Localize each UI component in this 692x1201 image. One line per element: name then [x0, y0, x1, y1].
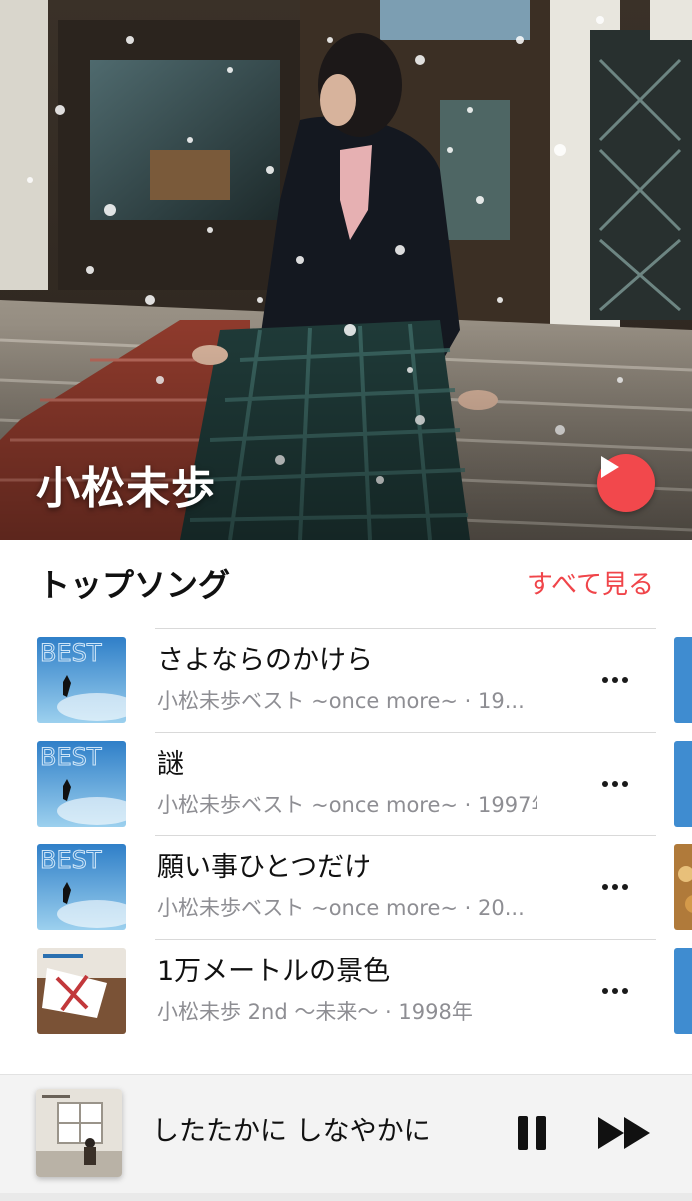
skip-forward-icon: [598, 1117, 650, 1149]
pause-button[interactable]: [510, 1111, 554, 1155]
see-all-link[interactable]: すべて見る: [527, 560, 654, 610]
song-row[interactable]: BEST さよならのかけら 小松未歩ベスト ~once more~ · 19..…: [0, 628, 692, 732]
play-icon: [601, 456, 619, 478]
pause-icon: [514, 1116, 550, 1150]
ellipsis-icon: [600, 987, 630, 994]
now-playing-title[interactable]: したたかに しなやかに: [152, 1113, 431, 1151]
next-column-artwork: [674, 637, 692, 723]
top-songs-list: BEST さよならのかけら 小松未歩ベスト ~once more~ · 19..…: [0, 628, 692, 1042]
svg-text:BEST: BEST: [40, 846, 102, 874]
svg-text:BEST: BEST: [40, 639, 102, 667]
more-options-button[interactable]: [596, 666, 634, 694]
song-subtitle: 小松未歩ベスト ~once more~ · 19...: [157, 689, 525, 713]
song-row[interactable]: 1万メートルの景色 小松未歩 2nd 〜未来〜 · 1998年: [0, 938, 692, 1043]
ellipsis-icon: [600, 884, 630, 890]
skip-forward-button[interactable]: [594, 1111, 658, 1155]
song-row[interactable]: BEST 願い事ひとつだけ 小松未歩ベスト ~once more~ · 20..…: [0, 835, 692, 939]
top-songs-heading: トップソング: [38, 566, 231, 604]
divider: [155, 938, 656, 940]
artist-name: 小松未歩: [36, 463, 216, 514]
album-artwork: [37, 947, 126, 1034]
divider: [155, 835, 656, 836]
song-subtitle: 小松未歩ベスト ~once more~ · 20...: [157, 896, 525, 920]
next-column-artwork: [674, 947, 692, 1034]
now-playing-artwork[interactable]: [36, 1089, 122, 1177]
song-title: 1万メートルの景色: [157, 955, 391, 987]
divider: [155, 628, 656, 629]
song-subtitle: 小松未歩 2nd 〜未来〜 · 1998年: [157, 999, 473, 1024]
more-options-button[interactable]: [596, 873, 634, 901]
more-options-button[interactable]: [596, 770, 634, 798]
svg-text:BEST: BEST: [40, 743, 102, 771]
song-row[interactable]: BEST 謎 小松未歩ベスト ~once more~ · 1997年: [0, 731, 692, 836]
ellipsis-icon: [600, 780, 630, 787]
artist-hero-artwork: 小松未歩: [0, 0, 692, 540]
ellipsis-icon: [600, 677, 630, 683]
album-artwork: BEST: [37, 637, 126, 723]
song-title: 謎: [157, 748, 184, 780]
song-subtitle: 小松未歩ベスト ~once more~ · 1997年: [157, 792, 537, 817]
album-artwork: BEST: [37, 740, 126, 827]
play-artist-button[interactable]: [597, 454, 655, 512]
album-artwork: BEST: [37, 844, 126, 930]
next-column-artwork: [674, 844, 692, 930]
divider: [155, 731, 656, 733]
mini-player[interactable]: したたかに しなやかに: [0, 1074, 692, 1201]
more-options-button[interactable]: [596, 977, 634, 1005]
next-column-artwork: [674, 740, 692, 827]
song-title: 願い事ひとつだけ: [157, 852, 372, 883]
song-title: さよならのかけら: [157, 645, 373, 676]
